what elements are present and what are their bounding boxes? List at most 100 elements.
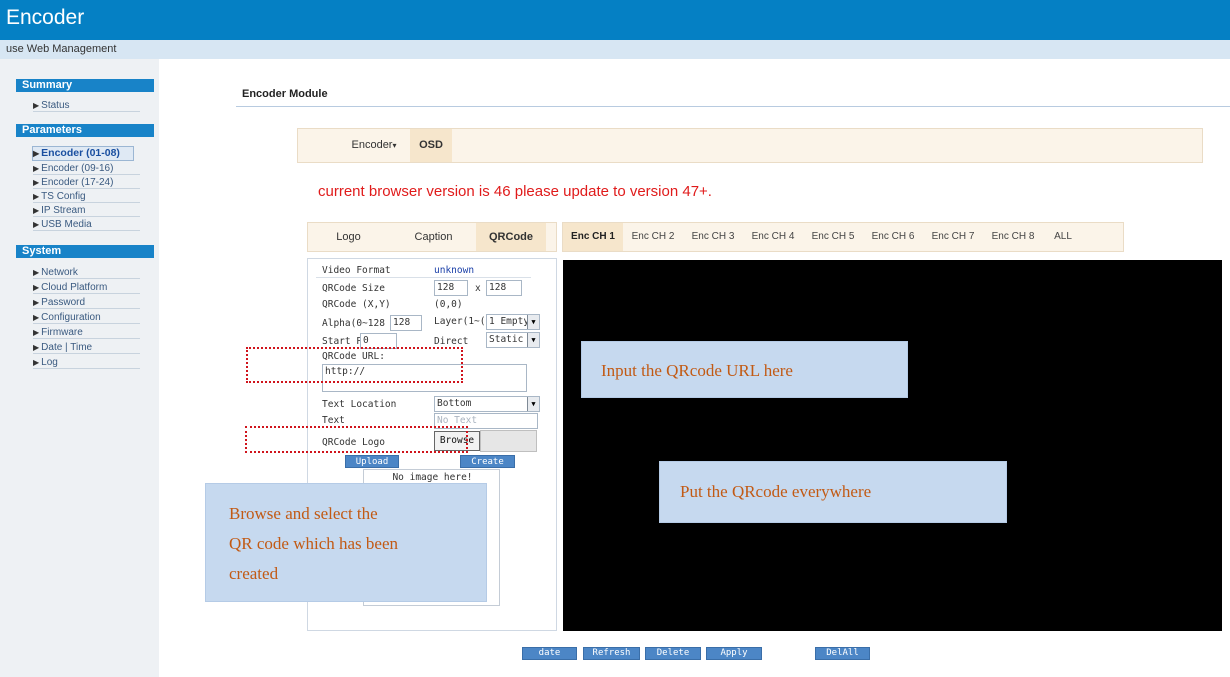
tab-encoder[interactable]: Encoder▾ [338,129,410,162]
arrow-right-icon: ▶ [33,101,40,110]
sidebar-section-summary: Summary [16,79,154,92]
text-location-value: Bottom [437,398,472,409]
tab-enc-ch-3[interactable]: Enc CH 3 [683,223,743,251]
qrcode-xy-value: (0,0) [434,299,463,310]
tab-osd[interactable]: OSD [410,129,452,162]
tab-enc-ch-5[interactable]: Enc CH 5 [803,223,863,251]
tab-all[interactable]: ALL [1043,223,1083,251]
alpha-input[interactable]: 128 [390,315,422,331]
tab-enc-ch-8[interactable]: Enc CH 8 [983,223,1043,251]
sidebar-item-label: Network [41,267,78,278]
browser-warning: current browser version is 46 please upd… [318,183,712,200]
page-title: Encoder Module [242,88,328,100]
qrcode-size-label: QRCode Size [322,283,385,294]
callout-browse: Browse and select the QR code which has … [205,483,487,602]
chevron-down-icon: ▼ [527,397,539,411]
sidebar-item-label: Cloud Platform [41,282,108,293]
module-tab-bar: Encoder▾ OSD [297,128,1203,163]
tab-enc-ch-7[interactable]: Enc CH 7 [923,223,983,251]
callout-browse-line-3: created [229,564,279,583]
sidebar-item-ts-config[interactable]: ▶ TS Config [33,191,140,203]
text-location-label: Text Location [322,399,397,410]
sidebar-item-firmware[interactable]: ▶ Firmware [33,327,140,339]
sidebar-item-ip-stream[interactable]: ▶ IP Stream [33,205,140,217]
sidebar-item-label: Log [41,357,58,368]
osd-tab-bar: Logo Caption QRCode [307,222,557,252]
arrow-right-icon: ▶ [33,178,40,187]
sidebar-item-label: Encoder (17-24) [41,177,114,188]
callout-input-url: Input the QRcode URL here [581,341,908,398]
sidebar-item-label: Firmware [41,327,83,338]
refresh-button[interactable]: Refresh [583,647,640,660]
sidebar-item-configuration[interactable]: ▶ Configuration [33,312,140,324]
app-header: Encoder [0,0,1230,40]
sidebar-item-label: USB Media [41,219,92,230]
qrcode-xy-label: QRCode (X,Y) [322,299,391,310]
sidebar-item-usb-media[interactable]: ▶ USB Media [33,219,140,231]
sidebar-item-label: Encoder (09-16) [41,163,114,174]
tab-enc-ch-6[interactable]: Enc CH 6 [863,223,923,251]
sidebar-item-encoder-09-16[interactable]: ▶ Encoder (09-16) [33,163,140,175]
no-image-text: No image here! [392,472,473,483]
sidebar-item-label: Status [41,100,70,111]
sidebar-item-encoder-17-24[interactable]: ▶ Encoder (17-24) [33,177,140,189]
tab-enc-ch-1[interactable]: Enc CH 1 [563,223,623,251]
arrow-right-icon: ▶ [33,268,40,277]
sub-header-text: use Web Management [6,43,117,55]
sidebar-item-status[interactable]: ▶ Status [33,100,140,112]
text-location-select[interactable]: Bottom ▼ [434,396,540,412]
app-title: Encoder [6,6,85,29]
url-highlight [246,347,463,383]
arrow-right-icon: ▶ [33,283,40,292]
chevron-down-icon: ▼ [527,315,539,329]
create-button[interactable]: Create [460,455,515,468]
tab-label: Encoder [351,139,393,151]
qrcode-width-input[interactable]: 128 [434,280,468,296]
title-divider [236,106,1230,107]
qrcode-height-input[interactable]: 128 [486,280,522,296]
sidebar-item-label: IP Stream [41,205,86,216]
caret-down-icon: ▾ [392,141,397,150]
tab-enc-ch-2[interactable]: Enc CH 2 [623,223,683,251]
sidebar-item-label: Encoder (01-08) [41,147,120,159]
date-button[interactable]: date [522,647,577,660]
layer-select[interactable]: 1 Empty ▼ [486,314,540,330]
tab-qrcode[interactable]: QRCode [476,223,546,251]
delete-button[interactable]: Delete [645,647,701,660]
tab-logo[interactable]: Logo [316,223,381,251]
direct-select-value: Static [489,334,524,345]
tab-enc-ch-4[interactable]: Enc CH 4 [743,223,803,251]
sidebar-item-label: Date | Time [41,342,93,353]
callout-browse-line-1: Browse and select the [229,504,378,523]
sidebar-item-label: Configuration [41,312,101,323]
row-divider [316,277,531,278]
arrow-right-icon: ▶ [33,220,40,229]
channel-tab-bar: Enc CH 1 Enc CH 2 Enc CH 3 Enc CH 4 Enc … [562,222,1124,252]
layer-label: Layer(1~( [434,316,486,327]
sidebar-section-parameters: Parameters [16,124,154,137]
arrow-right-icon: ▶ [33,298,40,307]
sidebar-item-cloud-platform[interactable]: ▶ Cloud Platform [33,282,140,294]
tab-caption[interactable]: Caption [401,223,466,251]
file-name-field [480,430,537,452]
direct-label: Direct [434,336,469,347]
apply-button[interactable]: Apply [706,647,762,660]
sidebar-item-password[interactable]: ▶ Password [33,297,140,309]
video-format-value: unknown [434,265,475,276]
alpha-label: Alpha(0~128 [322,318,385,329]
delall-button[interactable]: DelAll [815,647,870,660]
arrow-right-icon: ▶ [33,149,40,158]
sidebar-item-date-time[interactable]: ▶ Date | Time [33,342,140,354]
sidebar-item-log[interactable]: ▶ Log [33,357,140,369]
sidebar: Summary ▶ Status Parameters ▶ Encoder (01-… [6,59,159,677]
arrow-right-icon: ▶ [33,313,40,322]
sidebar-item-encoder-01-08[interactable]: ▶ Encoder (01-08) [32,146,134,161]
sub-header: use Web Management [0,40,1230,59]
video-preview-area [563,260,1222,631]
logo-highlight [245,426,468,453]
direct-select[interactable]: Static ▼ [486,332,540,348]
arrow-right-icon: ▶ [33,192,40,201]
sidebar-item-network[interactable]: ▶ Network [33,267,140,279]
upload-button[interactable]: Upload [345,455,399,468]
text-label: Text [322,415,345,426]
